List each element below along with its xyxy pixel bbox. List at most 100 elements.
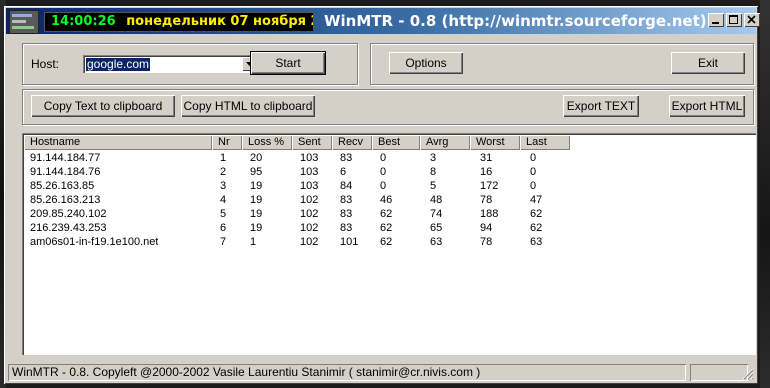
cell-avrg: 65	[430, 222, 443, 234]
col-loss[interactable]: Loss %	[242, 135, 292, 150]
host-group: Host: google.com Start	[22, 43, 358, 85]
clock-display: 14:00:26 понедельник 07 ноября 2011	[44, 12, 314, 32]
cell-worst: 94	[480, 222, 493, 234]
cell-hostname: 85.26.163.213	[30, 194, 101, 206]
options-group: Options Exit	[370, 43, 754, 85]
cell-hostname: 91.144.184.77	[30, 152, 101, 164]
cell-worst: 16	[480, 166, 493, 178]
table-row[interactable]: 91.144.184.76 2 95 103 6 0 8 16 0	[24, 165, 754, 179]
cell-avrg: 8	[430, 166, 437, 178]
status-text: WinMTR - 0.8. Copyleft @2000-2002 Vasile…	[8, 364, 686, 381]
cell-loss: 19	[250, 222, 263, 234]
cell-worst: 172	[480, 180, 499, 192]
cell-sent: 103	[300, 152, 319, 164]
trace-table[interactable]: Hostname Nr Loss % Sent Recv Best Avrg W…	[22, 133, 756, 355]
col-last[interactable]: Last	[520, 135, 570, 150]
cell-loss: 19	[250, 208, 263, 220]
cell-best: 46	[380, 194, 393, 206]
table-row[interactable]: am06s01-in-f19.1e100.net 7 1 102 101 62 63 78 63	[24, 235, 754, 249]
cell-recv: 101	[340, 236, 359, 248]
resize-grip-icon[interactable]	[742, 368, 754, 380]
copy-html-button[interactable]: Copy HTML to clipboard	[181, 95, 315, 117]
cell-nr: 7	[220, 236, 227, 248]
cell-last: 62	[530, 208, 543, 220]
cell-best: 0	[380, 180, 387, 192]
winmtr-window: 14:00:26 понедельник 07 ноября 2011 WinM…	[4, 6, 760, 384]
minimize-icon	[712, 22, 719, 24]
col-hostname[interactable]: Hostname	[24, 135, 212, 150]
cell-avrg: 3	[430, 152, 437, 164]
col-nr[interactable]: Nr	[212, 135, 242, 150]
cell-best: 62	[380, 208, 393, 220]
host-label: Host:	[31, 57, 60, 71]
cell-loss: 19	[250, 194, 263, 206]
status-pane-empty	[690, 364, 748, 381]
cell-recv: 83	[340, 194, 353, 206]
cell-sent: 103	[300, 166, 319, 178]
col-sent[interactable]: Sent	[292, 135, 332, 150]
close-button[interactable]	[744, 13, 760, 27]
cell-hostname: 209.85.240.102	[30, 208, 107, 220]
cell-last: 0	[530, 166, 537, 178]
copy-text-button[interactable]: Copy Text to clipboard	[31, 95, 175, 117]
cell-last: 62	[530, 222, 543, 234]
export-html-button[interactable]: Export HTML	[669, 95, 745, 117]
table-row[interactable]: 85.26.163.85 3 19 103 84 0 5 172 0	[24, 179, 754, 193]
close-icon	[747, 15, 756, 24]
cell-worst: 78	[480, 236, 493, 248]
cell-recv: 6	[340, 166, 347, 178]
cell-loss: 19	[250, 180, 263, 192]
cell-sent: 103	[300, 180, 319, 192]
cell-worst: 78	[480, 194, 493, 206]
title-bar[interactable]: 14:00:26 понедельник 07 ноября 2011 WinM…	[6, 8, 760, 34]
cell-recv: 83	[340, 222, 353, 234]
cell-last: 63	[530, 236, 543, 248]
table-row[interactable]: 216.239.43.253 6 19 102 83 62 65 94 62	[24, 221, 754, 235]
cell-nr: 2	[220, 166, 227, 178]
cell-nr: 3	[220, 180, 227, 192]
start-button[interactable]: Start	[250, 51, 326, 75]
cell-sent: 102	[300, 194, 319, 206]
clock-date: понедельник 07 ноября 2011	[126, 14, 313, 29]
cell-hostname: 85.26.163.85	[30, 180, 95, 192]
cell-nr: 6	[220, 222, 227, 234]
cell-nr: 1	[220, 152, 227, 164]
cell-last: 0	[530, 152, 537, 164]
cell-hostname: 216.239.43.253	[30, 222, 107, 234]
cell-sent: 102	[300, 236, 319, 248]
maximize-button[interactable]	[726, 13, 742, 27]
export-text-button[interactable]: Export TEXT	[563, 95, 639, 117]
table-header: Hostname Nr Loss % Sent Recv Best Avrg W…	[24, 135, 754, 150]
cell-best: 62	[380, 236, 393, 248]
cell-nr: 5	[220, 208, 227, 220]
table-body: 91.144.184.77 1 20 103 83 0 3 31 0 91.144.184.76 2…	[24, 151, 754, 249]
cell-avrg: 74	[430, 208, 443, 220]
cell-recv: 83	[340, 208, 353, 220]
cell-best: 0	[380, 166, 387, 178]
app-icon[interactable]	[9, 10, 39, 34]
col-avrg[interactable]: Avrg	[420, 135, 470, 150]
cell-last: 47	[530, 194, 543, 206]
cell-avrg: 63	[430, 236, 443, 248]
cell-best: 0	[380, 152, 387, 164]
desktop-edge-right	[760, 0, 770, 388]
col-best[interactable]: Best	[372, 135, 420, 150]
host-input-value[interactable]: google.com	[86, 58, 151, 71]
exit-button[interactable]: Exit	[671, 52, 745, 74]
status-bar: WinMTR - 0.8. Copyleft @2000-2002 Vasile…	[6, 362, 756, 382]
options-button[interactable]: Options	[389, 52, 463, 74]
cell-loss: 20	[250, 152, 263, 164]
cell-hostname: am06s01-in-f19.1e100.net	[30, 236, 159, 248]
host-combobox[interactable]: google.com	[83, 55, 259, 73]
table-row[interactable]: 91.144.184.77 1 20 103 83 0 3 31 0	[24, 151, 754, 165]
window-title: WinMTR - 0.8 (http://winmtr.sourceforge.…	[324, 12, 707, 30]
table-row[interactable]: 209.85.240.102 5 19 102 83 62 74 188 62	[24, 207, 754, 221]
cell-sent: 102	[300, 222, 319, 234]
table-row[interactable]: 85.26.163.213 4 19 102 83 46 48 78 47	[24, 193, 754, 207]
col-recv[interactable]: Recv	[332, 135, 372, 150]
col-worst[interactable]: Worst	[470, 135, 520, 150]
cell-recv: 84	[340, 180, 353, 192]
minimize-button[interactable]	[708, 13, 724, 27]
cell-worst: 188	[480, 208, 499, 220]
cell-loss: 1	[250, 236, 257, 248]
